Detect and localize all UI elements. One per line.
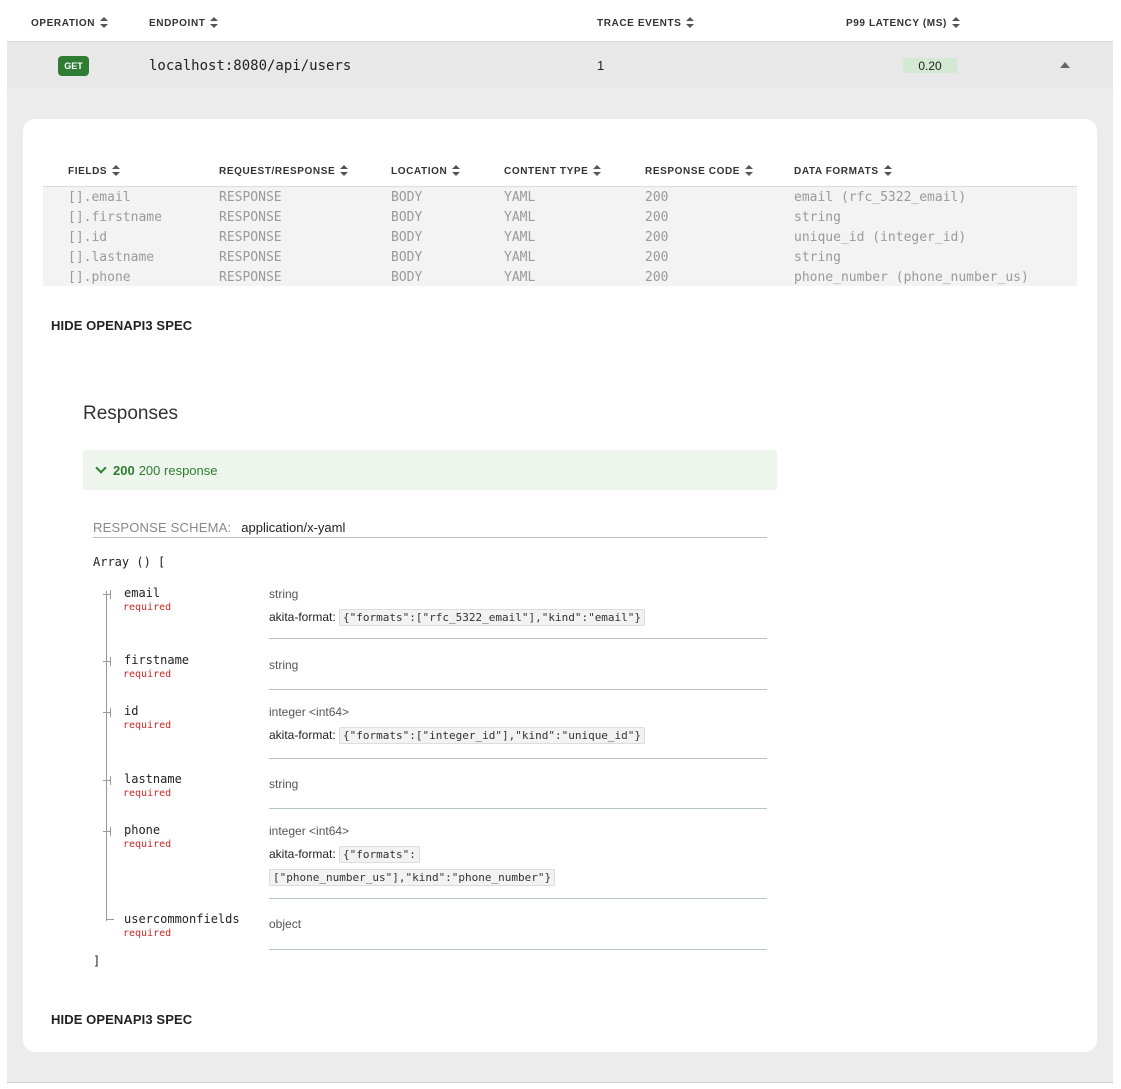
sort-icon[interactable] bbox=[210, 17, 219, 29]
response-200-toggle[interactable]: 200 200 response bbox=[83, 450, 777, 490]
responses-title: Responses bbox=[83, 403, 179, 424]
sort-icon[interactable] bbox=[340, 165, 349, 177]
response-schema: RESPONSE SCHEMA: application/x-yaml bbox=[93, 520, 767, 538]
sort-icon[interactable] bbox=[686, 17, 695, 29]
property-detail: integer <int64> akita-format: {"formats"… bbox=[269, 823, 767, 899]
request-response-column-header[interactable]: REQUEST/RESPONSE bbox=[219, 165, 349, 177]
data-formats-column-header[interactable]: DATA FORMATS bbox=[794, 165, 892, 177]
property-detail: string akita-format: {"formats":["rfc_53… bbox=[269, 586, 767, 639]
tree-branch bbox=[103, 708, 111, 717]
response-code: 200 bbox=[113, 462, 135, 478]
property-detail: string bbox=[269, 657, 767, 690]
table-row: [].phone RESPONSE BODY YAML 200 phone_nu… bbox=[68, 270, 1029, 285]
fields-column-header[interactable]: FIELDS bbox=[68, 165, 121, 177]
array-open: Array () [ bbox=[93, 555, 166, 569]
table-row: [].id RESPONSE BODY YAML 200 unique_id (… bbox=[68, 230, 967, 245]
trace-events-count: 1 bbox=[597, 58, 605, 73]
response-schema-type: application/x-yaml bbox=[241, 520, 346, 535]
operation-column-header[interactable]: OPERATION bbox=[31, 17, 109, 29]
trace-events-column-header[interactable]: TRACE EVENTS bbox=[597, 17, 695, 29]
endpoint-url: localhost:8080/api/users bbox=[149, 58, 352, 74]
p99-latency-column-header[interactable]: P99 LATENCY (MS) bbox=[846, 17, 960, 29]
sort-icon[interactable] bbox=[452, 165, 461, 177]
property-detail: object bbox=[269, 916, 767, 950]
tree-branch bbox=[103, 657, 111, 666]
divider bbox=[7, 1082, 1113, 1083]
p99-latency-value: 0.20 bbox=[918, 59, 942, 73]
content-type-column-header[interactable]: CONTENT TYPE bbox=[504, 165, 602, 177]
sort-icon[interactable] bbox=[100, 17, 109, 29]
tree-branch bbox=[103, 590, 111, 599]
collapse-row-icon[interactable] bbox=[1060, 62, 1070, 68]
array-close: ] bbox=[93, 954, 101, 968]
property-detail: string bbox=[269, 776, 767, 809]
tree-branch bbox=[103, 776, 111, 785]
endpoints-table-header: OPERATION ENDPOINT TRACE EVENTS P99 LATE… bbox=[0, 0, 1121, 40]
fields-table-body: [].email RESPONSE BODY YAML 200 email (r… bbox=[43, 187, 1077, 286]
endpoint-detail-card: FIELDS REQUEST/RESPONSE LOCATION CONTENT… bbox=[23, 119, 1097, 1052]
tree-branch bbox=[103, 827, 111, 836]
fields-table-header: FIELDS REQUEST/RESPONSE LOCATION CONTENT… bbox=[43, 157, 1077, 187]
endpoint-column-header[interactable]: ENDPOINT bbox=[149, 17, 219, 29]
property-detail: integer <int64> akita-format: {"formats"… bbox=[269, 704, 767, 759]
tree-line bbox=[106, 591, 107, 921]
response-code-column-header[interactable]: RESPONSE CODE bbox=[645, 165, 754, 177]
fields-table: FIELDS REQUEST/RESPONSE LOCATION CONTENT… bbox=[43, 157, 1077, 286]
sort-icon[interactable] bbox=[112, 165, 121, 177]
response-description: 200 response bbox=[138, 462, 218, 478]
sort-icon[interactable] bbox=[745, 165, 754, 177]
sort-icon[interactable] bbox=[951, 17, 960, 29]
hide-openapi-spec-button[interactable]: HIDE OPENAPI3 SPEC bbox=[51, 318, 192, 333]
table-row: [].email RESPONSE BODY YAML 200 email (r… bbox=[68, 190, 967, 205]
location-column-header[interactable]: LOCATION bbox=[391, 165, 461, 177]
method-badge: GET bbox=[58, 56, 89, 76]
tree-branch bbox=[106, 910, 114, 920]
table-row: [].lastname RESPONSE BODY YAML 200 strin… bbox=[68, 250, 841, 265]
response-schema-label: RESPONSE SCHEMA: bbox=[93, 520, 232, 535]
sort-icon[interactable] bbox=[593, 165, 602, 177]
table-row: [].firstname RESPONSE BODY YAML 200 stri… bbox=[68, 210, 841, 225]
chevron-down-icon bbox=[95, 461, 107, 474]
sort-icon[interactable] bbox=[883, 165, 892, 177]
hide-openapi-spec-button[interactable]: HIDE OPENAPI3 SPEC bbox=[51, 1012, 192, 1027]
endpoint-row[interactable]: GET localhost:8080/api/users 1 0.20 bbox=[7, 41, 1113, 89]
